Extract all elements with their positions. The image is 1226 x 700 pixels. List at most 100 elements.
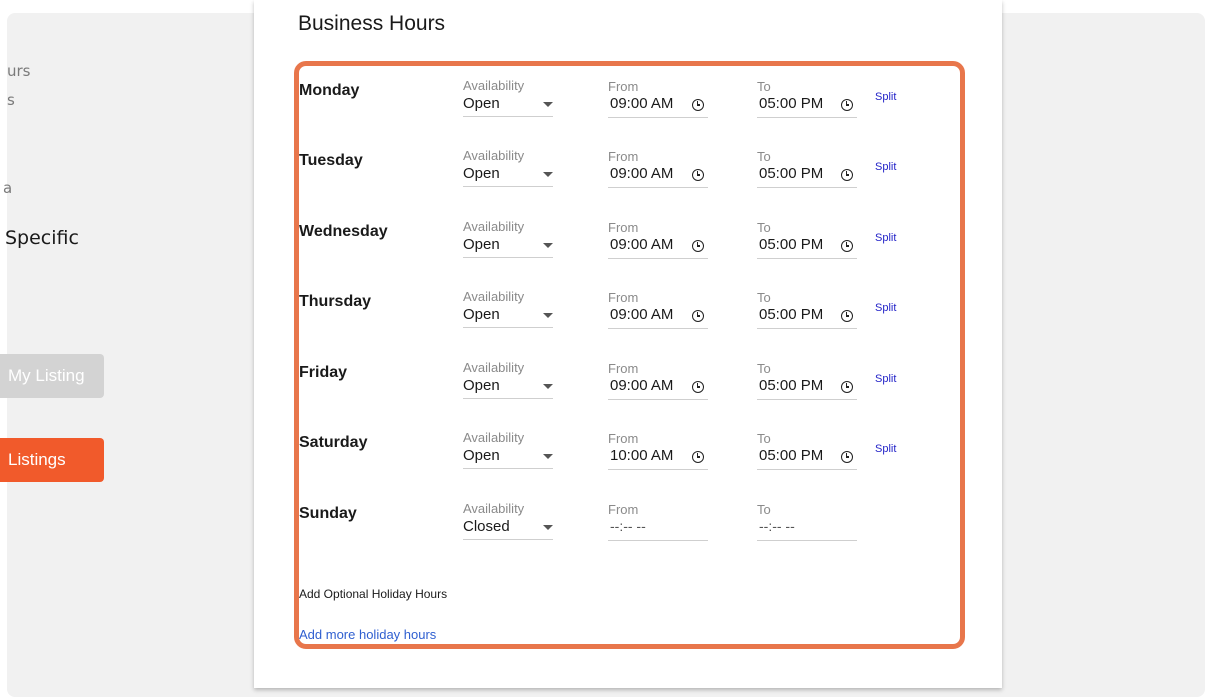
availability-value: Open — [463, 95, 500, 112]
clock-icon[interactable] — [841, 381, 853, 393]
to-time-value: 05:00 PM — [759, 236, 824, 253]
from-time-input[interactable]: 09:00 AM — [608, 165, 708, 188]
clock-icon[interactable] — [692, 169, 704, 181]
chevron-down-icon — [543, 243, 553, 248]
to-field: To --:-- -- — [757, 502, 857, 541]
day-row-thursday: Thursday Availability Open From 09:00 AM To 05… — [299, 281, 939, 351]
to-label: To — [757, 149, 771, 164]
from-field: From 09:00 AM — [608, 290, 708, 329]
availability-field: Availability Open — [463, 360, 553, 399]
day-label: Friday — [299, 364, 348, 381]
split-link[interactable]: Split — [875, 373, 896, 385]
availability-select[interactable]: Open — [463, 95, 553, 117]
day-label: Saturday — [299, 434, 368, 451]
to-time-input[interactable]: 05:00 PM — [757, 236, 857, 259]
availability-label: Availability — [463, 501, 525, 516]
availability-label: Availability — [463, 289, 525, 304]
from-time-value: --:-- -- — [610, 518, 646, 534]
day-row-tuesday: Tuesday Availability Open From 09:00 AM To 05:… — [299, 140, 939, 210]
day-label: Sunday — [299, 505, 357, 522]
chevron-down-icon — [543, 313, 553, 318]
to-time-value: --:-- -- — [759, 518, 795, 534]
chevron-down-icon — [543, 525, 553, 530]
from-field: From 09:00 AM — [608, 149, 708, 188]
to-label: To — [757, 431, 771, 446]
clock-icon[interactable] — [692, 99, 704, 111]
from-label: From — [608, 79, 639, 94]
availability-label: Availability — [463, 219, 525, 234]
optional-holiday-hours-label: Add Optional Holiday Hours — [299, 587, 448, 601]
day-row-wednesday: Wednesday Availability Open From 09:00 AM To 0… — [299, 211, 939, 281]
from-time-value: 09:00 AM — [610, 95, 674, 112]
to-field: To 05:00 PM — [757, 149, 857, 188]
from-time-input[interactable]: 09:00 AM — [608, 95, 708, 118]
from-field: From 09:00 AM — [608, 79, 708, 118]
from-time-input[interactable]: 09:00 AM — [608, 377, 708, 400]
availability-label: Availability — [463, 148, 525, 163]
clock-icon[interactable] — [692, 240, 704, 252]
to-time-input[interactable]: 05:00 PM — [757, 95, 857, 118]
to-time-value: 05:00 PM — [759, 377, 824, 394]
availability-label: Availability — [463, 78, 525, 93]
sidebar-text-3: a — [3, 179, 13, 197]
availability-value: Open — [463, 306, 500, 323]
to-field: To 05:00 PM — [757, 431, 857, 470]
availability-field: Availability Closed — [463, 501, 553, 540]
from-label: From — [608, 149, 639, 164]
availability-select[interactable]: Open — [463, 236, 553, 258]
chevron-down-icon — [543, 102, 553, 107]
to-field: To 05:00 PM — [757, 290, 857, 329]
sidebar-text-2: s — [7, 91, 15, 109]
availability-select[interactable]: Open — [463, 165, 553, 187]
split-link[interactable]: Split — [875, 302, 896, 314]
split-link[interactable]: Split — [875, 232, 896, 244]
availability-label: Availability — [463, 360, 525, 375]
day-label: Monday — [299, 82, 360, 99]
split-link[interactable]: Split — [875, 91, 896, 103]
to-label: To — [757, 79, 771, 94]
availability-select[interactable]: Open — [463, 447, 553, 469]
my-listing-button[interactable]: My Listing — [0, 354, 104, 398]
from-time-input[interactable]: 09:00 AM — [608, 306, 708, 329]
availability-value: Open — [463, 236, 500, 253]
listings-button[interactable]: Listings — [0, 438, 104, 482]
from-field: From --:-- -- — [608, 502, 708, 541]
from-time-input[interactable]: 10:00 AM — [608, 447, 708, 470]
clock-icon[interactable] — [692, 310, 704, 322]
clock-icon[interactable] — [692, 381, 704, 393]
availability-select[interactable]: Open — [463, 306, 553, 328]
to-time-input[interactable]: --:-- -- — [757, 518, 857, 541]
day-row-sunday: Sunday Availability Closed From --:-- -- To --… — [299, 493, 939, 563]
from-field: From 10:00 AM — [608, 431, 708, 470]
availability-select[interactable]: Closed — [463, 518, 553, 540]
sidebar-section-heading: Specific — [5, 227, 79, 249]
availability-select[interactable]: Open — [463, 377, 553, 399]
clock-icon[interactable] — [841, 310, 853, 322]
clock-icon[interactable] — [841, 99, 853, 111]
from-label: From — [608, 431, 639, 446]
add-more-holiday-hours-link[interactable]: Add more holiday hours — [299, 627, 436, 642]
to-time-input[interactable]: 05:00 PM — [757, 377, 857, 400]
from-time-input[interactable]: 09:00 AM — [608, 236, 708, 259]
to-field: To 05:00 PM — [757, 79, 857, 118]
to-time-value: 05:00 PM — [759, 447, 824, 464]
day-label: Wednesday — [299, 223, 388, 240]
clock-icon[interactable] — [841, 169, 853, 181]
availability-label: Availability — [463, 430, 525, 445]
split-link[interactable]: Split — [875, 443, 896, 455]
to-label: To — [757, 502, 771, 517]
from-label: From — [608, 502, 639, 517]
clock-icon[interactable] — [841, 451, 853, 463]
from-time-value: 09:00 AM — [610, 165, 674, 182]
to-label: To — [757, 220, 771, 235]
clock-icon[interactable] — [841, 240, 853, 252]
from-time-input[interactable]: --:-- -- — [608, 518, 708, 541]
to-time-input[interactable]: 05:00 PM — [757, 447, 857, 470]
split-link[interactable]: Split — [875, 161, 896, 173]
to-time-input[interactable]: 05:00 PM — [757, 165, 857, 188]
to-time-input[interactable]: 05:00 PM — [757, 306, 857, 329]
to-time-value: 05:00 PM — [759, 165, 824, 182]
clock-icon[interactable] — [692, 451, 704, 463]
chevron-down-icon — [543, 384, 553, 389]
availability-value: Closed — [463, 518, 510, 535]
